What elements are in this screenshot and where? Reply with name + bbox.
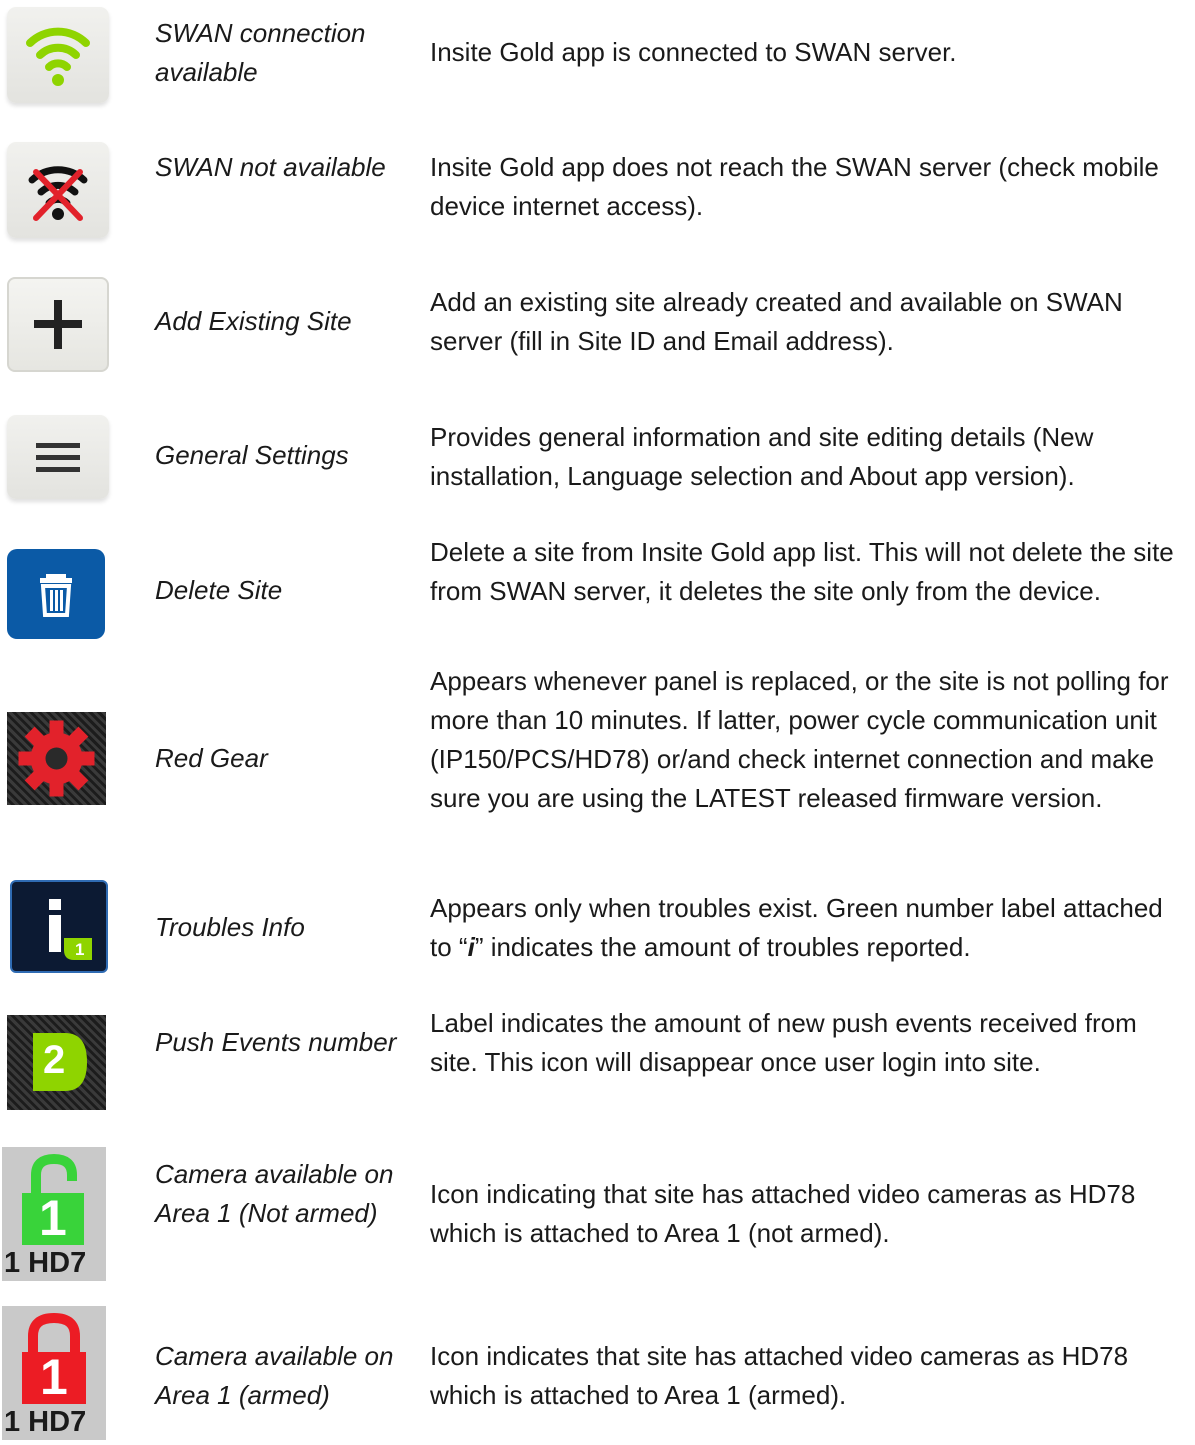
- legend-description: Insite Gold app does not reach the SWAN …: [430, 152, 1159, 221]
- legend-description: Icon indicates that site has attached vi…: [430, 1341, 1129, 1410]
- push-badge-count: 2: [43, 1038, 66, 1082]
- legend-name: General Settings: [155, 440, 349, 470]
- area-caption: 1 HD7: [4, 1247, 87, 1279]
- legend-name: SWAN connection available: [155, 18, 366, 87]
- legend-name: Camera available on Area 1 (armed): [155, 1341, 394, 1410]
- legend-description: Appears only when troubles exist. Green …: [430, 889, 1190, 967]
- push-badge-icon: 2: [7, 1015, 106, 1110]
- legend-description: Add an existing site already created and…: [430, 287, 1123, 356]
- area-number: 1: [39, 1190, 67, 1246]
- legend-description: Insite Gold app is connected to SWAN ser…: [430, 37, 957, 67]
- info-icon: 1: [10, 880, 108, 973]
- wifi-icon: [7, 7, 109, 103]
- area-caption: 1 HD7: [4, 1406, 87, 1438]
- red-gear-icon: [7, 712, 106, 805]
- legend-description: Delete a site from Insite Gold app list.…: [430, 537, 1174, 606]
- menu-icon: [7, 415, 109, 499]
- legend-name: Add Existing Site: [155, 306, 352, 336]
- info-badge-count: 1: [75, 940, 85, 959]
- legend-name: Red Gear: [155, 743, 268, 773]
- legend-name: SWAN not available: [155, 152, 386, 182]
- legend-name: Delete Site: [155, 575, 283, 605]
- plus-icon: [7, 277, 109, 372]
- legend-name: Troubles Info: [155, 912, 305, 942]
- legend-description: Icon indicating that site has attached v…: [430, 1179, 1136, 1248]
- desc-text: ” indicates the amount of troubles repor…: [474, 932, 971, 962]
- desc-emphasis: i: [467, 932, 475, 962]
- legend-description: Appears whenever panel is replaced, or t…: [430, 666, 1169, 813]
- locked-area-icon: 1 1 HD7: [2, 1306, 106, 1440]
- trash-icon: [7, 549, 105, 639]
- wifi-off-icon: [7, 142, 109, 238]
- area-number: 1: [40, 1349, 68, 1405]
- unlocked-area-icon: 1 1 HD7: [2, 1147, 106, 1281]
- legend-description: Label indicates the amount of new push e…: [430, 1008, 1137, 1077]
- legend-name: Camera available on Area 1 (Not armed): [155, 1159, 394, 1228]
- legend-description: Provides general information and site ed…: [430, 422, 1094, 491]
- legend-name: Push Events number: [155, 1027, 397, 1057]
